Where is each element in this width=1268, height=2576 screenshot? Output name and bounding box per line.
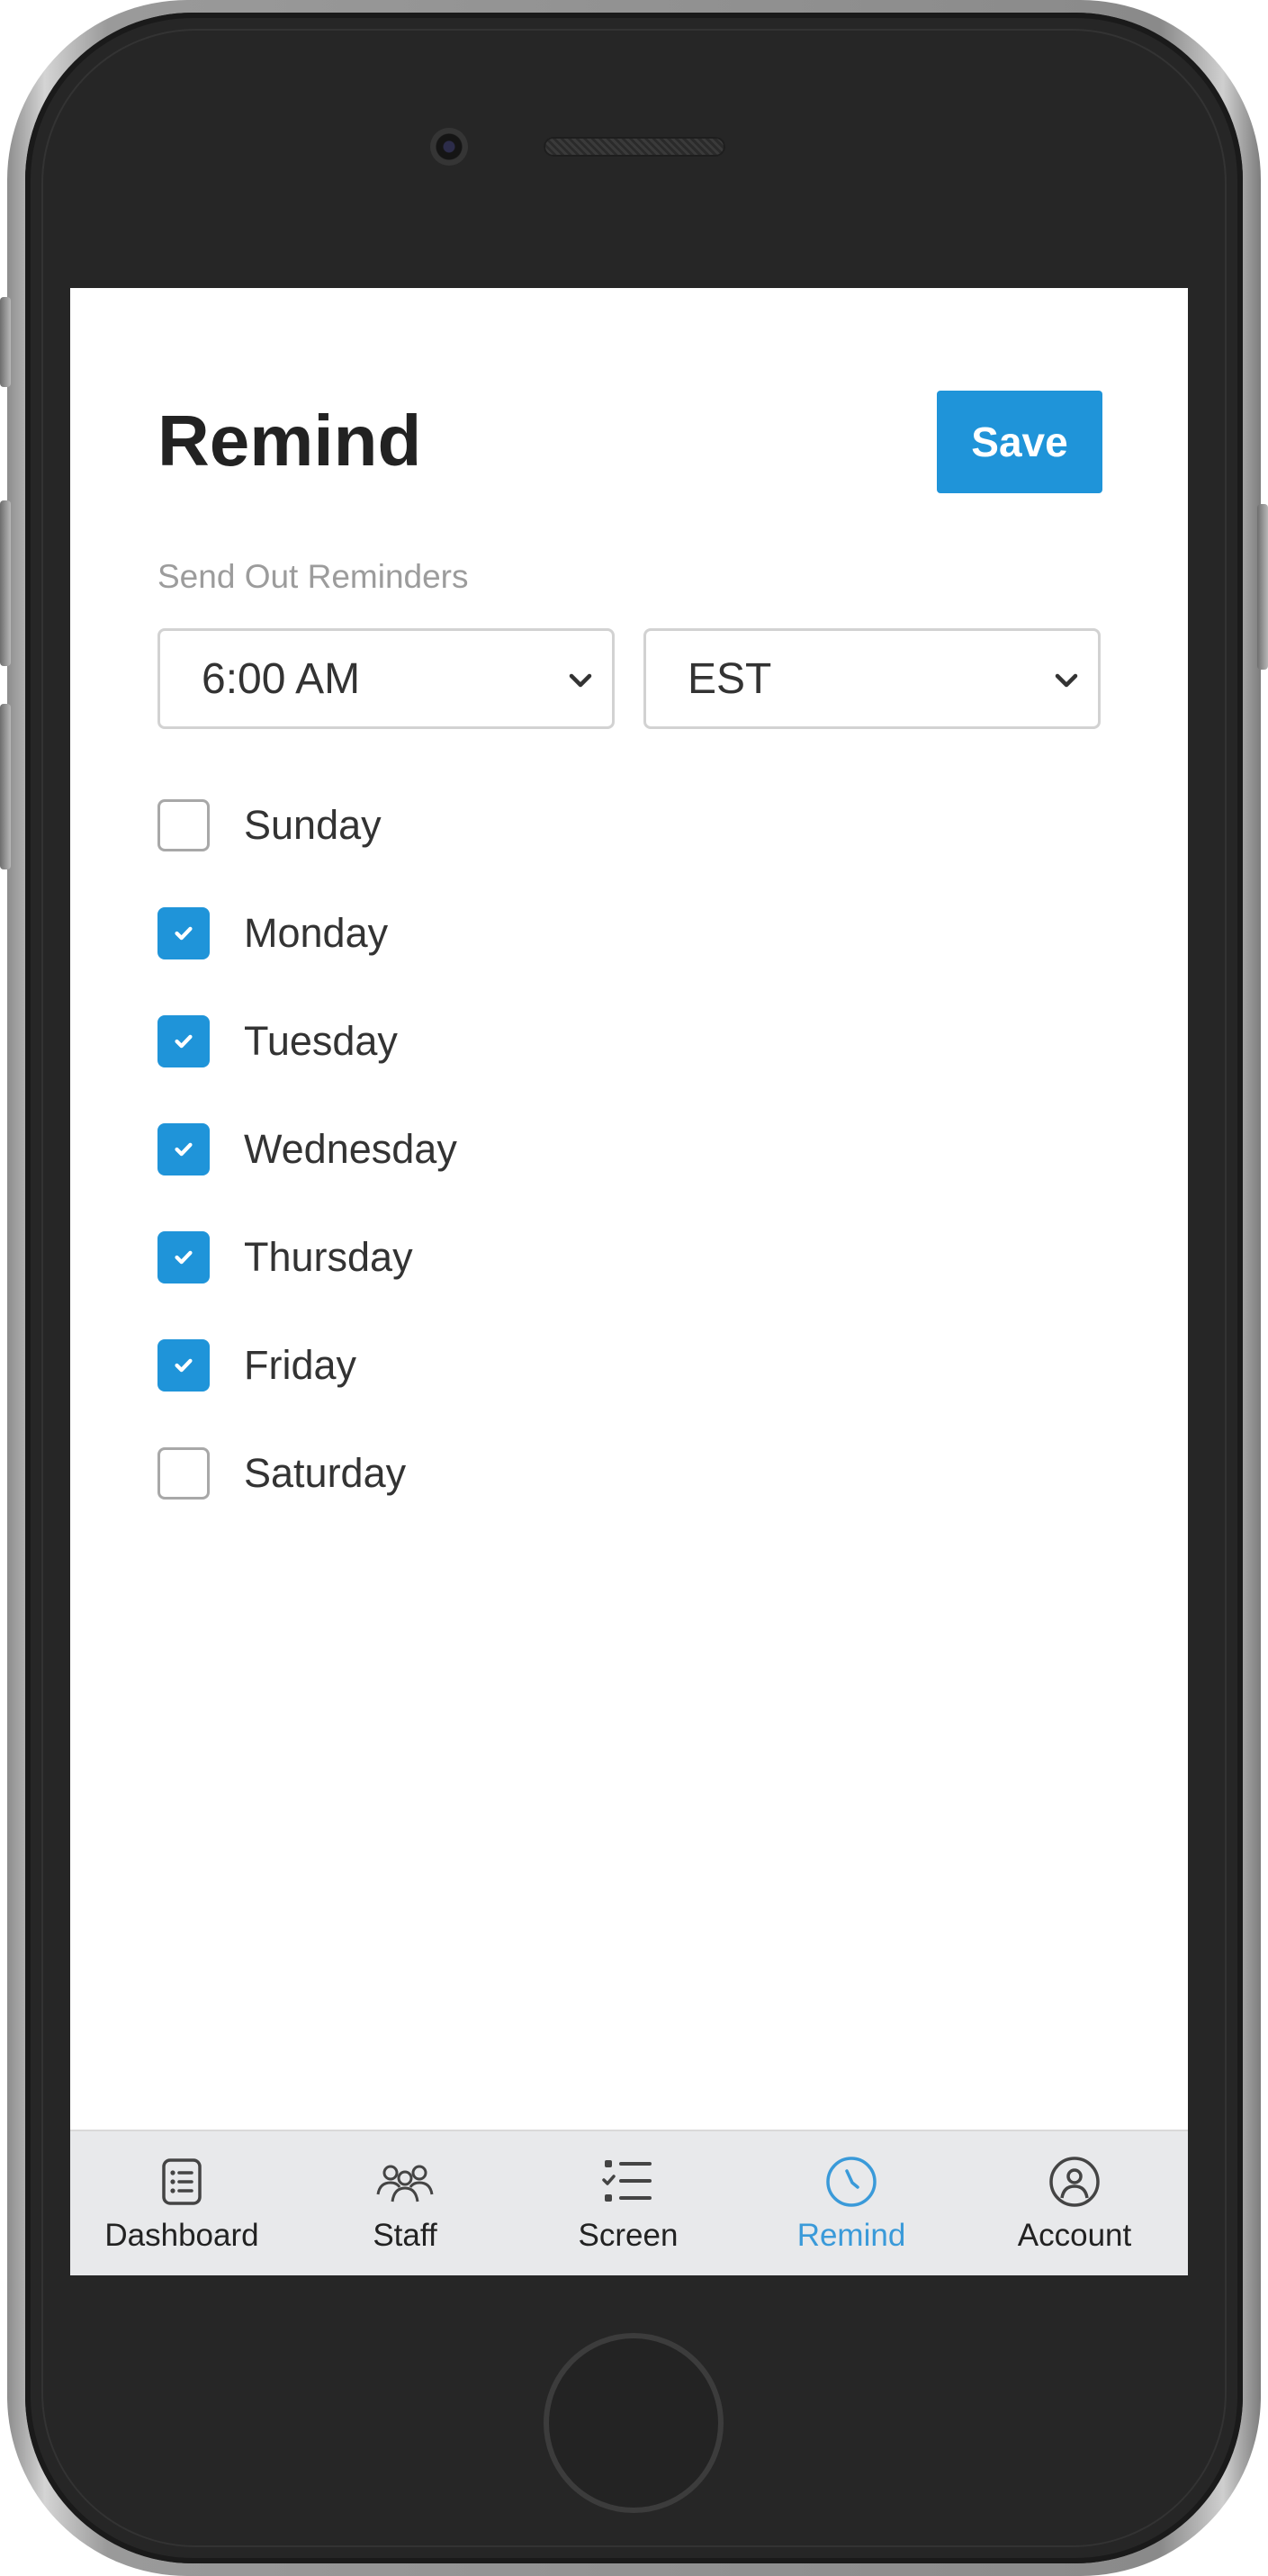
tab-label: Account xyxy=(1017,2218,1132,2253)
volume-up-button xyxy=(0,500,11,666)
power-button xyxy=(1257,504,1268,670)
day-row-thursday[interactable]: Thursday xyxy=(157,1229,697,1285)
timezone-select[interactable]: EST xyxy=(643,628,1101,729)
day-label: Thursday xyxy=(244,1234,413,1280)
checklist-icon xyxy=(602,2160,652,2202)
clock-icon xyxy=(826,2157,877,2207)
checkbox[interactable] xyxy=(157,1015,210,1067)
staff-icon xyxy=(376,2165,434,2202)
day-label: Friday xyxy=(244,1342,357,1388)
mute-switch xyxy=(0,297,11,387)
checkbox[interactable] xyxy=(157,1447,210,1500)
day-label: Saturday xyxy=(244,1450,407,1496)
tab-label: Remind xyxy=(796,2218,906,2253)
volume-down-button xyxy=(0,704,11,869)
tab-screen[interactable]: Screen xyxy=(517,2131,740,2275)
checkbox[interactable] xyxy=(157,1231,210,1283)
tab-label: Screen xyxy=(578,2218,679,2253)
save-button[interactable]: Save xyxy=(937,391,1102,493)
tab-remind[interactable]: Remind xyxy=(740,2131,963,2275)
checkmark-icon xyxy=(175,1358,193,1373)
time-select[interactable]: 6:00 AM xyxy=(157,628,615,729)
day-row-saturday[interactable]: Saturday xyxy=(157,1446,697,1501)
day-row-tuesday[interactable]: Tuesday xyxy=(157,1013,697,1069)
header: Remind Save xyxy=(157,391,1102,493)
day-row-sunday[interactable]: Sunday xyxy=(157,797,697,853)
dashboard-icon xyxy=(162,2158,202,2205)
checkbox[interactable] xyxy=(157,799,210,851)
day-row-monday[interactable]: Monday xyxy=(157,905,697,961)
day-label: Tuesday xyxy=(244,1018,398,1064)
day-label: Sunday xyxy=(244,802,382,848)
tab-bar: Dashboard Staff Screen Remind Account xyxy=(70,2130,1188,2275)
checkbox[interactable] xyxy=(157,907,210,959)
day-row-wednesday[interactable]: Wednesday xyxy=(157,1121,697,1177)
timezone-select-value: EST xyxy=(688,654,772,703)
front-camera xyxy=(430,128,468,166)
chevron-down-icon xyxy=(569,673,592,688)
chevron-down-icon xyxy=(1055,673,1078,688)
day-row-friday[interactable]: Friday xyxy=(157,1338,697,1393)
checkmark-icon xyxy=(175,926,193,941)
tab-label: Dashboard xyxy=(104,2218,259,2253)
tab-dashboard[interactable]: Dashboard xyxy=(70,2131,293,2275)
day-label: Wednesday xyxy=(244,1126,457,1172)
tab-staff[interactable]: Staff xyxy=(293,2131,517,2275)
checkbox[interactable] xyxy=(157,1339,210,1392)
time-select-value: 6:00 AM xyxy=(202,654,361,703)
earpiece-speaker xyxy=(544,137,725,157)
home-button[interactable] xyxy=(544,2333,724,2513)
checkbox[interactable] xyxy=(157,1123,210,1175)
account-icon xyxy=(1049,2157,1100,2207)
checkmark-icon xyxy=(175,1034,193,1049)
tab-account[interactable]: Account xyxy=(963,2131,1186,2275)
tab-label: Staff xyxy=(373,2218,437,2253)
day-label: Monday xyxy=(244,910,389,956)
checkmark-icon xyxy=(175,1142,193,1157)
reminders-label: Send Out Reminders xyxy=(157,558,469,595)
app-screen: Remind Save Send Out Reminders 6:00 AM E… xyxy=(70,288,1188,2275)
page-title: Remind xyxy=(157,401,422,481)
checkmark-icon xyxy=(175,1250,193,1265)
